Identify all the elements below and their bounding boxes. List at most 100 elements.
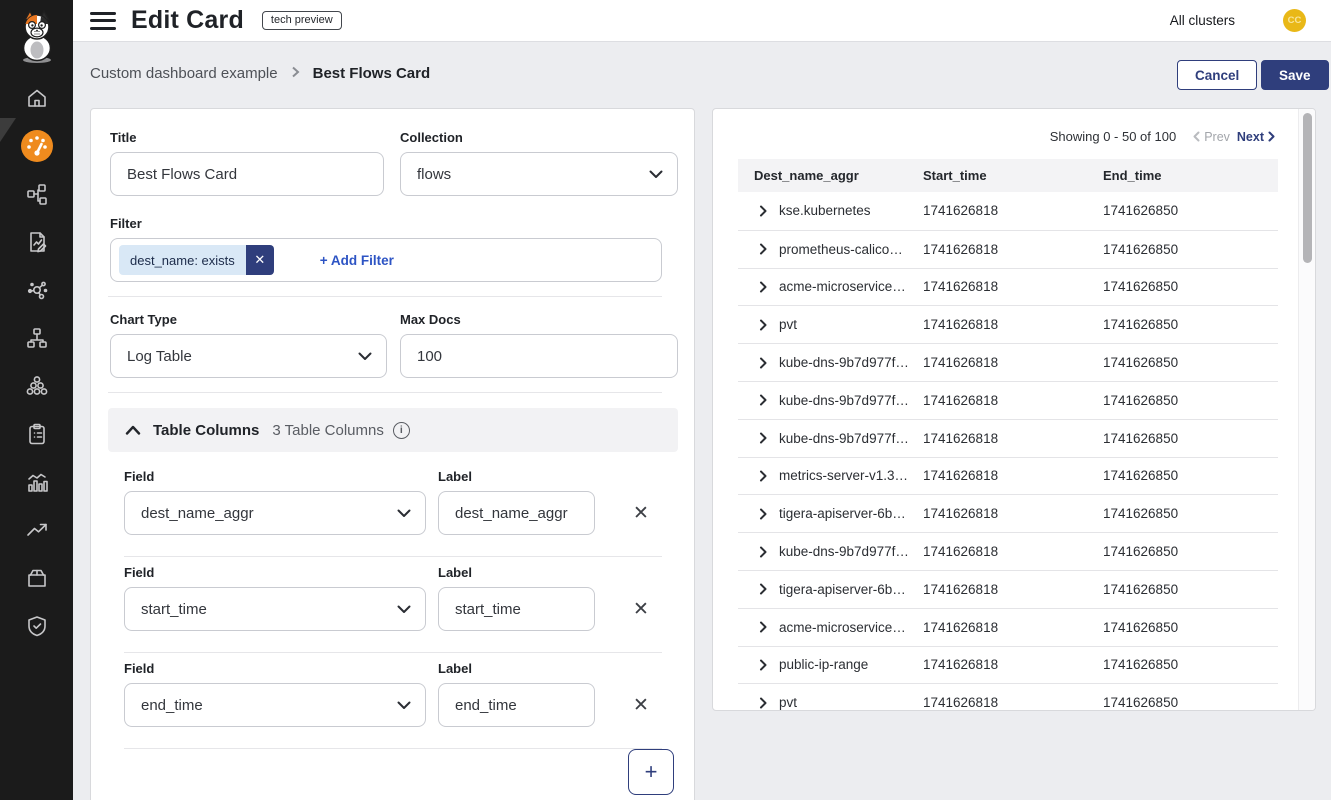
expand-row-button[interactable] — [759, 546, 779, 558]
sidebar-item-endpoints[interactable] — [0, 170, 73, 218]
remove-filter-button[interactable]: ✕ — [246, 245, 274, 275]
expand-row-button[interactable] — [759, 394, 779, 406]
sidebar-item-policies[interactable] — [0, 218, 73, 266]
column-label-input[interactable] — [438, 587, 595, 631]
table-columns-section-header[interactable]: Table Columns 3 Table Columns i — [108, 408, 678, 452]
add-filter-link[interactable]: + Add Filter — [320, 253, 394, 268]
sidebar-item-compliance[interactable] — [0, 410, 73, 458]
cell-end-time: 1741626850 — [1103, 506, 1278, 521]
field-label: Field — [124, 565, 154, 580]
cell-dest-name-aggr: prometheus-calico… — [779, 242, 923, 257]
field-select[interactable]: dest_name_aggr — [124, 491, 426, 535]
table-row[interactable]: kse.kubernetes 1741626818 1741626850 — [738, 192, 1278, 230]
title-label: Title — [110, 130, 137, 145]
cell-end-time: 1741626850 — [1103, 203, 1278, 218]
sidebar-item-home[interactable] — [0, 74, 73, 122]
chart-type-label: Chart Type — [110, 312, 177, 327]
save-button[interactable]: Save — [1261, 60, 1329, 90]
field-select[interactable]: start_time — [124, 587, 426, 631]
filter-box[interactable]: dest_name: exists ✕ + Add Filter — [110, 238, 662, 282]
pagination: Showing 0 - 50 of 100 Prev Next — [713, 129, 1275, 144]
table-column-row: Field start_time Label ✕ — [108, 557, 678, 653]
sidebar-item-clusters[interactable] — [0, 362, 73, 410]
cluster-selector[interactable]: All clusters — [1170, 13, 1235, 28]
cancel-button[interactable]: Cancel — [1177, 60, 1257, 90]
table-column-row: Field dest_name_aggr Label ✕ — [108, 461, 678, 557]
expand-row-button[interactable] — [759, 281, 779, 293]
tech-preview-badge: tech preview — [262, 11, 342, 30]
column-header-dest-name-aggr: Dest_name_aggr — [754, 168, 923, 183]
next-page-button[interactable]: Next — [1237, 130, 1275, 144]
expand-row-button[interactable] — [759, 319, 779, 331]
table-row[interactable]: acme-microservice… 1741626818 1741626850 — [738, 268, 1278, 306]
filter-chip-text: dest_name: exists — [119, 245, 246, 275]
menu-hamburger-icon[interactable] — [90, 11, 116, 31]
expand-row-button[interactable] — [759, 697, 779, 709]
sidebar-item-network-topology[interactable] — [0, 314, 73, 362]
preview-table: Dest_name_aggr Start_time End_time kse.k… — [738, 159, 1278, 711]
table-row[interactable]: tigera-apiserver-6b… 1741626818 17416268… — [738, 570, 1278, 608]
app-logo[interactable] — [0, 0, 73, 74]
prev-page-button[interactable]: Prev — [1193, 130, 1230, 144]
chart-type-select[interactable]: Log Table — [110, 334, 387, 378]
cell-end-time: 1741626850 — [1103, 544, 1278, 559]
title-input[interactable] — [110, 152, 384, 196]
cell-start-time: 1741626818 — [923, 657, 1103, 672]
expand-row-button[interactable] — [759, 357, 779, 369]
table-row[interactable]: pvt 1741626818 1741626850 — [738, 683, 1278, 711]
sidebar-item-packages[interactable] — [0, 554, 73, 602]
pagination-showing: Showing 0 - 50 of 100 — [1050, 129, 1176, 144]
remove-column-button[interactable]: ✕ — [627, 499, 655, 527]
table-row[interactable]: public-ip-range 1741626818 1741626850 — [738, 646, 1278, 684]
sidebar-item-threat-feeds[interactable] — [0, 506, 73, 554]
collection-select[interactable]: flows — [400, 152, 678, 196]
expand-row-button[interactable] — [759, 621, 779, 633]
expand-row-button[interactable] — [759, 583, 779, 595]
cell-end-time: 1741626850 — [1103, 468, 1278, 483]
table-row[interactable]: kube-dns-9b7d977f… 1741626818 1741626850 — [738, 381, 1278, 419]
chevron-down-icon — [649, 170, 663, 179]
breadcrumb-current: Best Flows Card — [313, 65, 431, 82]
clusters-honeycomb-icon — [25, 374, 49, 398]
remove-column-button[interactable]: ✕ — [627, 691, 655, 719]
breadcrumb-parent[interactable]: Custom dashboard example — [90, 65, 278, 82]
remove-column-button[interactable]: ✕ — [627, 595, 655, 623]
table-row[interactable]: acme-microservice… 1741626818 1741626850 — [738, 608, 1278, 646]
expand-row-button[interactable] — [759, 508, 779, 520]
expand-row-button[interactable] — [759, 432, 779, 444]
max-docs-input[interactable] — [400, 334, 678, 378]
add-column-button[interactable]: + — [628, 749, 674, 795]
field-select[interactable]: end_time — [124, 683, 426, 727]
preview-scrollbar[interactable] — [1298, 109, 1315, 710]
cell-start-time: 1741626818 — [923, 203, 1103, 218]
expand-row-button[interactable] — [759, 243, 779, 255]
table-row[interactable]: kube-dns-9b7d977f… 1741626818 1741626850 — [738, 532, 1278, 570]
field-label: Field — [124, 469, 154, 484]
preview-table-header: Dest_name_aggr Start_time End_time — [738, 159, 1278, 192]
cell-dest-name-aggr: kse.kubernetes — [779, 203, 923, 218]
cell-dest-name-aggr: kube-dns-9b7d977f… — [779, 355, 923, 370]
chevron-right-icon — [759, 432, 767, 444]
column-label-input[interactable] — [438, 683, 595, 727]
cell-start-time: 1741626818 — [923, 431, 1103, 446]
table-row[interactable]: kube-dns-9b7d977f… 1741626818 1741626850 — [738, 343, 1278, 381]
table-row[interactable]: pvt 1741626818 1741626850 — [738, 305, 1278, 343]
sidebar-item-service-graph[interactable] — [0, 266, 73, 314]
sidebar-item-security-events[interactable] — [0, 602, 73, 650]
expand-row-button[interactable] — [759, 470, 779, 482]
table-row[interactable]: prometheus-calico… 1741626818 1741626850 — [738, 230, 1278, 268]
cell-end-time: 1741626850 — [1103, 317, 1278, 332]
preview-scrollbar-thumb[interactable] — [1303, 113, 1312, 263]
field-select-value: dest_name_aggr — [141, 505, 254, 522]
user-avatar[interactable]: CC — [1283, 9, 1306, 32]
table-row[interactable]: metrics-server-v1.3… 1741626818 17416268… — [738, 457, 1278, 495]
table-row[interactable]: kube-dns-9b7d977f… 1741626818 1741626850 — [738, 419, 1278, 457]
info-icon: i — [393, 422, 410, 439]
table-row[interactable]: tigera-apiserver-6b… 1741626818 17416268… — [738, 494, 1278, 532]
expand-row-button[interactable] — [759, 205, 779, 217]
column-label-input[interactable] — [438, 491, 595, 535]
filter-label: Filter — [110, 216, 142, 231]
cell-dest-name-aggr: tigera-apiserver-6b… — [779, 506, 923, 521]
sidebar-item-logs[interactable] — [0, 458, 73, 506]
expand-row-button[interactable] — [759, 659, 779, 671]
